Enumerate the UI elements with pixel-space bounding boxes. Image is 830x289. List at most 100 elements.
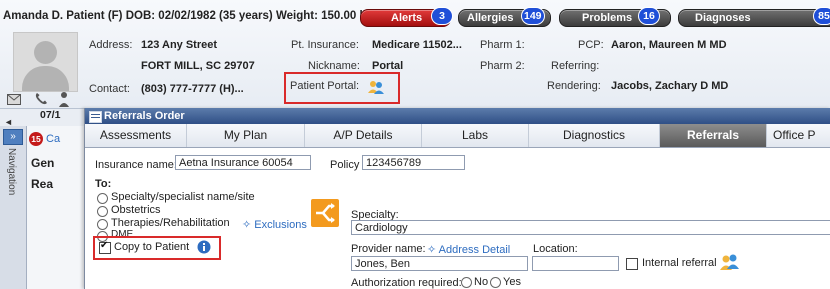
- tab-assessments[interactable]: Assessments: [85, 124, 187, 147]
- patient-portal-label: Patient Portal:: [290, 80, 360, 92]
- authorization-no-label: No: [474, 276, 489, 288]
- phone-icon[interactable]: [34, 92, 48, 106]
- alerts-count-badge: 3: [431, 7, 453, 25]
- copy-to-patient-label: Copy to Patient: [114, 241, 190, 253]
- alerts-button[interactable]: Alerts 3: [360, 7, 453, 27]
- address-label: Address:: [89, 39, 133, 51]
- location-label: Location:: [533, 243, 578, 255]
- option-obstetrics[interactable]: Obstetrics: [111, 204, 161, 216]
- option-specialty-specialist[interactable]: Specialty/specialist name/site: [111, 191, 255, 203]
- patient-portal-highlight: Patient Portal:: [284, 72, 400, 104]
- insurance-name-label: Insurance name:: [95, 159, 177, 171]
- internal-referral-label: Internal referral: [642, 257, 717, 269]
- problems-button[interactable]: Problems 16: [559, 7, 671, 27]
- diagnoses-label: Diagnoses: [695, 12, 751, 24]
- insurance-name-field[interactable]: Aetna Insurance 60054: [175, 155, 311, 170]
- referrals-order-window: Referrals Order Assessments My Plan A/P …: [84, 108, 830, 289]
- authorization-yes-radio[interactable]: [490, 277, 501, 288]
- option-therapies[interactable]: Therapies/Rehabilitation: [111, 217, 230, 229]
- radio-therapies[interactable]: [97, 219, 108, 230]
- tab-my-plan[interactable]: My Plan: [187, 124, 305, 147]
- address-detail-diamond-icon: ✧: [427, 244, 439, 256]
- pcp-label: PCP:: [578, 39, 604, 51]
- order-tabs: Assessments My Plan A/P Details Labs Dia…: [85, 124, 830, 148]
- expand-navigation-icon[interactable]: »: [3, 129, 23, 145]
- pt-insurance-value[interactable]: Medicare 11502...: [372, 39, 462, 51]
- alerts-label: Alerts: [391, 12, 423, 24]
- problems-count-badge: 16: [638, 7, 660, 25]
- referral-form: Insurance name: Aetna Insurance 60054 Po…: [85, 148, 830, 289]
- header-toolbar: [0, 91, 100, 108]
- weight-label: Weight:: [275, 10, 318, 22]
- patient-portal-icon[interactable]: [368, 80, 384, 94]
- window-list-icon: [89, 111, 102, 123]
- tab-office-p[interactable]: Office P: [767, 124, 830, 147]
- patient-header: Amanda D. Patient (F) DOB: 02/02/1982 (3…: [0, 0, 830, 109]
- referring-label: Referring:: [551, 60, 600, 72]
- address-detail-link[interactable]: ✧ Address Detail: [427, 243, 510, 256]
- count-badge: 15: [29, 132, 43, 146]
- provider-name-label: Provider name:: [351, 243, 426, 255]
- exclusions-diamond-icon: ✧: [242, 219, 255, 231]
- to-label: To:: [95, 178, 112, 190]
- dob-value: 02/02/1982 (35 years): [158, 10, 273, 22]
- address-detail-link-text: Address Detail: [438, 244, 511, 256]
- side-arrow-icon[interactable]: ◄: [4, 117, 20, 127]
- policy-number-field[interactable]: 123456789: [362, 155, 465, 170]
- nickname-value: Portal: [372, 60, 404, 72]
- problems-label: Problems: [582, 12, 633, 24]
- avatar-body-shape: [22, 66, 69, 91]
- person-icon[interactable]: [58, 91, 78, 107]
- window-title-bar[interactable]: Referrals Order: [85, 108, 830, 124]
- radio-obstetrics[interactable]: [97, 206, 108, 217]
- window-title: Referrals Order: [104, 110, 185, 122]
- contact-value[interactable]: (803) 777-7777 (H)...: [141, 83, 244, 95]
- authorization-yes-label: Yes: [503, 276, 521, 288]
- pharm2-label: Pharm 2:: [480, 60, 525, 72]
- tab-referrals[interactable]: Referrals: [660, 124, 767, 147]
- radio-specialty-specialist[interactable]: [97, 193, 108, 204]
- patient-name: Amanda D. Patient: [3, 10, 105, 22]
- background-panel: 07/1 15 Ca Gen Rea: [27, 109, 84, 289]
- internal-referral-checkbox[interactable]: [626, 258, 638, 270]
- allergies-button[interactable]: Allergies 149: [458, 7, 551, 27]
- avatar-head-shape: [34, 41, 57, 64]
- mail-icon[interactable]: [7, 94, 21, 105]
- patient-sex: (F): [107, 10, 123, 22]
- diagnoses-button[interactable]: Diagnoses 85: [678, 7, 830, 27]
- tab-labs[interactable]: Labs: [422, 124, 529, 147]
- allergies-count-badge: 149: [521, 7, 545, 25]
- patient-avatar[interactable]: [13, 32, 78, 92]
- copy-to-patient-highlight: Copy to Patient: [93, 236, 221, 260]
- address-line1: 123 Any Street: [141, 39, 218, 51]
- authorization-label: Authorization required:: [351, 277, 462, 289]
- authorization-no-radio[interactable]: [461, 277, 472, 288]
- specialty-field[interactable]: Cardiology: [351, 220, 830, 235]
- allergies-label: Allergies: [467, 12, 514, 24]
- rendering-value[interactable]: Jacobs, Zachary D MD: [611, 80, 728, 92]
- exclusions-link[interactable]: ✧ Exclusions: [242, 218, 307, 231]
- gen-fragment: Gen: [31, 156, 55, 170]
- location-field[interactable]: [532, 256, 619, 271]
- address-line2: FORT MILL, SC 29707: [141, 60, 255, 72]
- tab-ap-details[interactable]: A/P Details: [305, 124, 422, 147]
- exclusions-link-text: Exclusions: [254, 219, 307, 231]
- rea-fragment: Rea: [31, 177, 54, 191]
- date-fragment: 07/1: [40, 109, 61, 121]
- tab-diagnostics[interactable]: Diagnostics: [529, 124, 660, 147]
- diagnoses-count-badge: 85: [813, 7, 830, 25]
- nickname-label: Nickname:: [308, 60, 360, 72]
- navigation-label: Navigation: [6, 148, 17, 196]
- pharm1-label: Pharm 1:: [480, 39, 525, 51]
- pcp-value[interactable]: Aaron, Maureen M MD: [611, 39, 727, 51]
- info-icon[interactable]: [197, 240, 211, 254]
- specialty-lookup-button[interactable]: [311, 199, 339, 227]
- dob-label: DOB:: [125, 10, 156, 22]
- navigation-panel[interactable]: » Navigation: [0, 126, 27, 289]
- provider-name-field[interactable]: Jones, Ben: [351, 256, 528, 271]
- branch-arrows-icon: [316, 203, 335, 223]
- copy-to-patient-checkbox[interactable]: [99, 240, 111, 254]
- rendering-label: Rendering:: [547, 80, 601, 92]
- ca-fragment[interactable]: Ca: [46, 133, 60, 145]
- internal-referral-people-icon[interactable]: [719, 253, 741, 271]
